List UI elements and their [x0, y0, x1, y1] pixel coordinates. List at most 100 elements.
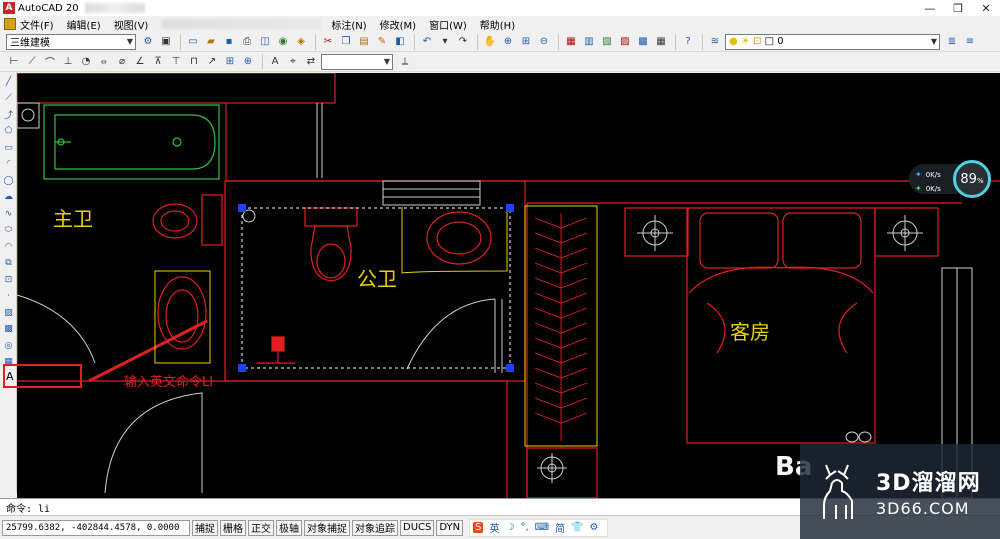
- construction-line-icon[interactable]: ⟋: [1, 91, 16, 106]
- jogged-dimension-icon[interactable]: ⦵: [96, 54, 112, 70]
- menu-help[interactable]: 帮助(H): [480, 17, 515, 32]
- menu-edit[interactable]: 编辑(E): [67, 17, 101, 32]
- arc-icon[interactable]: ◜: [1, 157, 16, 172]
- paste-icon[interactable]: ▤: [356, 34, 372, 50]
- aligned-dimension-icon[interactable]: ⟋: [24, 54, 40, 70]
- menu-modify[interactable]: 修改(M): [380, 17, 416, 32]
- menu-dimension[interactable]: 标注(N): [331, 17, 366, 32]
- grid-toggle[interactable]: 栅格: [220, 519, 246, 536]
- dyn-toggle[interactable]: DYN: [436, 519, 464, 536]
- minimize-button[interactable]: —: [916, 0, 944, 16]
- osnap-toggle[interactable]: 对象捕捉: [304, 519, 350, 536]
- grip-handle[interactable]: [238, 204, 246, 212]
- plot-preview-icon[interactable]: ◫: [257, 34, 273, 50]
- dimension-style-icon[interactable]: ⟂: [397, 54, 413, 70]
- layer-combo[interactable]: ● ☀ ⊡ □ 0 ▼: [725, 33, 940, 50]
- workspace-settings-icon[interactable]: ⚙: [140, 34, 156, 50]
- 3d-dwf-icon[interactable]: ◈: [293, 34, 309, 50]
- diameter-dimension-icon[interactable]: ⌀: [114, 54, 130, 70]
- drawing-canvas[interactable]: 主卫 公卫 客房 输入英文命令LI ✦ 0K/s ✦ 0K/s 89%: [17, 73, 1000, 498]
- network-speed-widget[interactable]: ✦ 0K/s ✦ 0K/s 89%: [909, 160, 993, 198]
- menu-view[interactable]: 视图(V): [114, 17, 149, 32]
- ime-simplified[interactable]: 简: [555, 520, 565, 535]
- grip-handle[interactable]: [506, 364, 514, 372]
- markup-icon[interactable]: ▩: [635, 34, 651, 50]
- quick-dimension-icon[interactable]: ⊼: [150, 54, 166, 70]
- properties-icon[interactable]: ▦: [563, 34, 579, 50]
- dimension-update-icon[interactable]: ⇄: [303, 54, 319, 70]
- grip-handle[interactable]: [238, 364, 246, 372]
- pan-icon[interactable]: ✋: [482, 34, 498, 50]
- cut-icon[interactable]: ✂: [320, 34, 336, 50]
- make-object-layer-current-icon[interactable]: ≣: [944, 34, 960, 50]
- ordinate-dimension-icon[interactable]: ⊥: [60, 54, 76, 70]
- ime-language[interactable]: 英: [489, 520, 499, 535]
- redo-icon[interactable]: ↷: [455, 34, 471, 50]
- spline-icon[interactable]: ∿: [1, 206, 16, 221]
- help-icon[interactable]: ?: [680, 34, 696, 50]
- ime-settings-icon[interactable]: ⚙: [590, 522, 599, 533]
- publish-icon[interactable]: ◉: [275, 34, 291, 50]
- zoom-window-icon[interactable]: ⊞: [518, 34, 534, 50]
- dimension-text-edit-icon[interactable]: ⌖: [285, 54, 301, 70]
- zoom-realtime-icon[interactable]: ⊕: [500, 34, 516, 50]
- quick-leader-icon[interactable]: ↗: [204, 54, 220, 70]
- ellipse-arc-icon[interactable]: ◠: [1, 239, 16, 254]
- rectangle-icon[interactable]: ▭: [1, 140, 16, 155]
- tool-palettes-icon[interactable]: ▧: [599, 34, 615, 50]
- arc-length-icon[interactable]: ⌒: [42, 54, 58, 70]
- close-button[interactable]: ✕: [972, 0, 1000, 16]
- dimension-edit-icon[interactable]: A: [267, 54, 283, 70]
- open-file-icon[interactable]: ▰: [203, 34, 219, 50]
- dimension-style-combo[interactable]: ▼: [321, 53, 393, 70]
- angular-dimension-icon[interactable]: ∠: [132, 54, 148, 70]
- grip-handle[interactable]: [506, 204, 514, 212]
- polar-toggle[interactable]: 极轴: [276, 519, 302, 536]
- ime-skin-icon[interactable]: 👕: [571, 522, 583, 533]
- center-mark-icon[interactable]: ⊕: [240, 54, 256, 70]
- zoom-previous-icon[interactable]: ⊖: [536, 34, 552, 50]
- snap-toggle[interactable]: 捕捉: [192, 519, 218, 536]
- tolerance-icon[interactable]: ⊞: [222, 54, 238, 70]
- print-icon[interactable]: ⎙: [239, 34, 255, 50]
- ellipse-icon[interactable]: ⬭: [1, 223, 16, 238]
- workspace-combo[interactable]: 三维建模 ▼: [6, 33, 136, 50]
- ortho-toggle[interactable]: 正交: [248, 519, 274, 536]
- ime-keyboard-icon[interactable]: ⌨: [535, 522, 549, 533]
- ime-logo-icon[interactable]: S: [473, 522, 484, 533]
- calculator-icon[interactable]: ▦: [653, 34, 669, 50]
- autocad-app-icon[interactable]: A: [3, 2, 15, 14]
- undo-icon[interactable]: ↶: [419, 34, 435, 50]
- undo-dropdown-icon[interactable]: ▾: [437, 34, 453, 50]
- block-editor-icon[interactable]: ◧: [392, 34, 408, 50]
- line-icon[interactable]: ╱: [1, 74, 16, 89]
- linear-dimension-icon[interactable]: ⊢: [6, 54, 22, 70]
- otrack-toggle[interactable]: 对象追踪: [352, 519, 398, 536]
- ime-punct-icon[interactable]: °,: [520, 522, 528, 533]
- save-icon[interactable]: ▪: [221, 34, 237, 50]
- baseline-dimension-icon[interactable]: ⊤: [168, 54, 184, 70]
- make-block-icon[interactable]: ⊡: [1, 272, 16, 287]
- document-icon[interactable]: [4, 18, 16, 30]
- circle-icon[interactable]: ◯: [1, 173, 16, 188]
- new-file-icon[interactable]: ▭: [185, 34, 201, 50]
- layer-previous-icon[interactable]: ≡: [962, 34, 978, 50]
- menu-file[interactable]: 文件(F): [20, 17, 54, 32]
- radius-dimension-icon[interactable]: ◔: [78, 54, 94, 70]
- polygon-icon[interactable]: ⬠: [1, 124, 16, 139]
- layer-manager-icon[interactable]: ≋: [707, 34, 723, 50]
- insert-block-icon[interactable]: ⧉: [1, 256, 16, 271]
- continue-dimension-icon[interactable]: ⊓: [186, 54, 202, 70]
- match-properties-icon[interactable]: ✎: [374, 34, 390, 50]
- region-icon[interactable]: ◎: [1, 338, 16, 353]
- ducs-toggle[interactable]: DUCS: [400, 519, 435, 536]
- sheet-set-icon[interactable]: ▨: [617, 34, 633, 50]
- point-icon[interactable]: ·: [1, 289, 16, 304]
- gradient-icon[interactable]: ▩: [1, 322, 16, 337]
- revision-cloud-icon[interactable]: ☁: [1, 190, 16, 205]
- hatch-icon[interactable]: ▨: [1, 305, 16, 320]
- copy-icon[interactable]: ❐: [338, 34, 354, 50]
- polyline-icon[interactable]: ⤴: [1, 107, 16, 122]
- design-center-icon[interactable]: ▥: [581, 34, 597, 50]
- workspace-toggle-icon[interactable]: ▣: [158, 34, 174, 50]
